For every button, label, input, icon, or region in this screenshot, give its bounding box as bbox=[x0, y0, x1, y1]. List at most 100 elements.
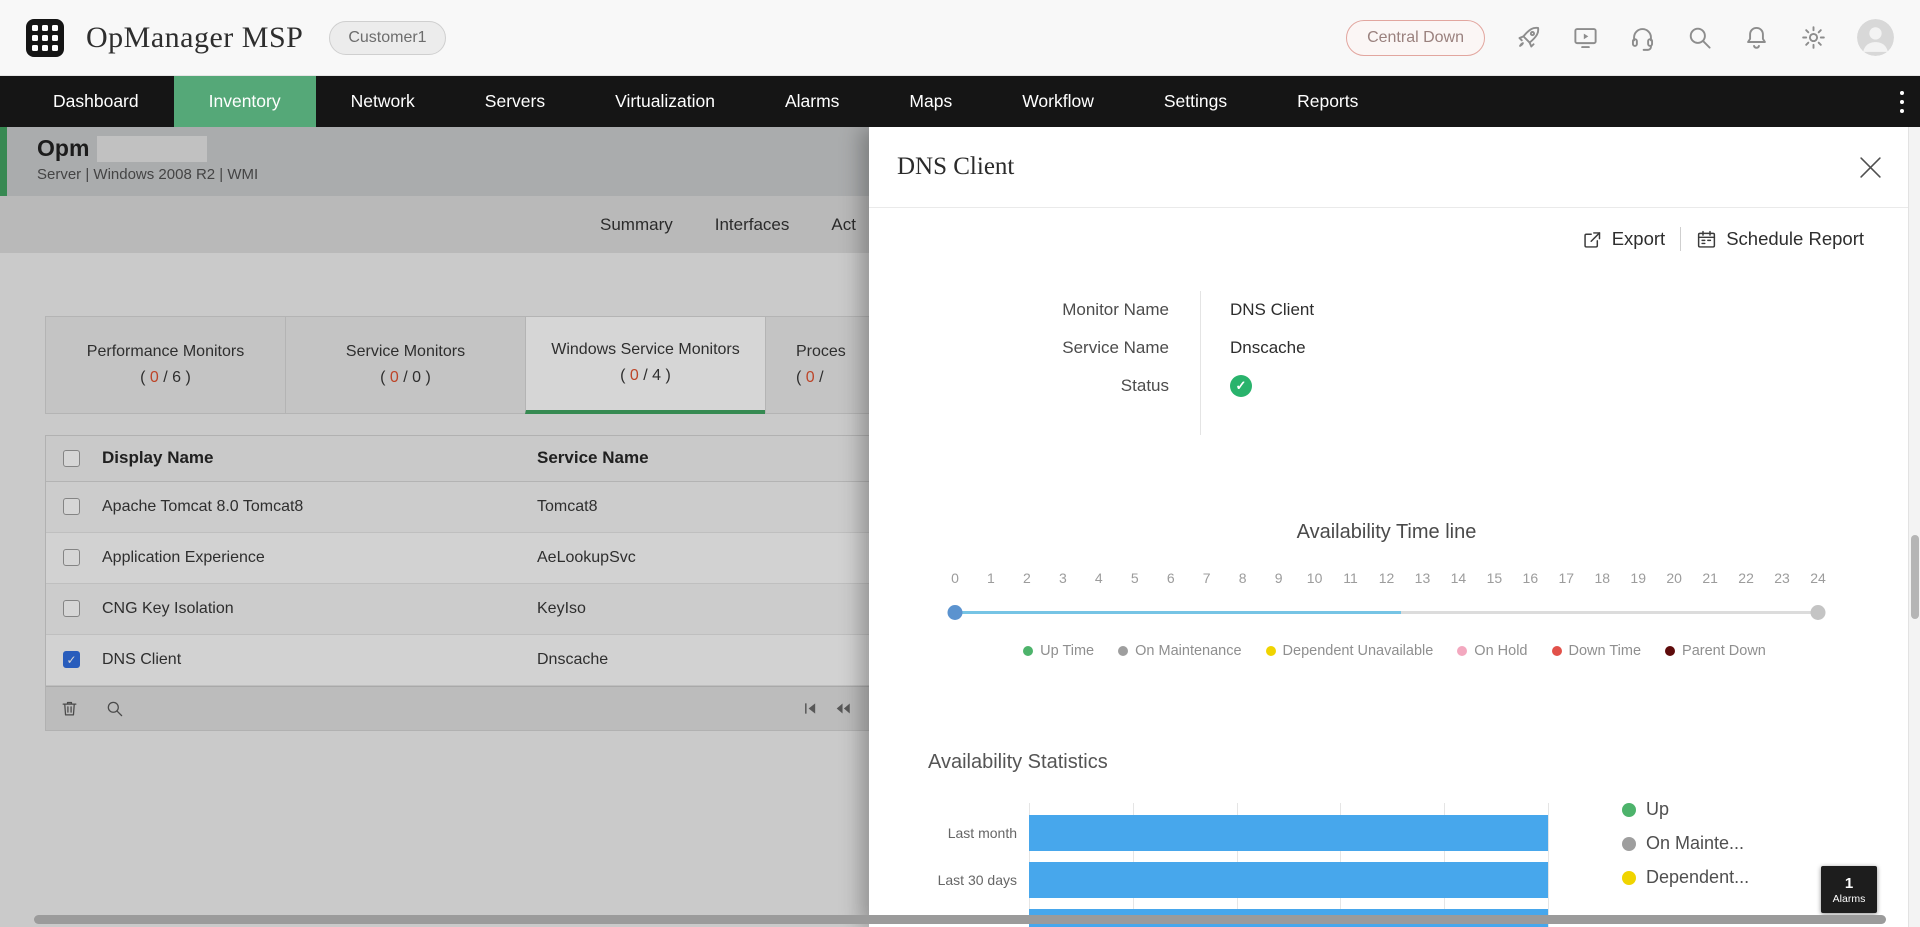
on-mainte-dot bbox=[1622, 836, 1636, 851]
horizontal-scrollbar[interactable] bbox=[34, 915, 1886, 924]
nav-item-network[interactable]: Network bbox=[316, 76, 450, 127]
app-title: OpManager MSP bbox=[86, 20, 304, 54]
vertical-scrollbar[interactable] bbox=[1908, 127, 1920, 927]
chart-row: Last month bbox=[869, 809, 1920, 856]
details-divider bbox=[1200, 291, 1201, 435]
timeline-ticks: 0 1 2 3 4 5 6 7 8 9 10 11 12 13 14 15 16 17 18 19 20 21 22 23 24 bbox=[951, 570, 1826, 588]
chart-legend-label: Up bbox=[1646, 799, 1670, 819]
dependent-dot bbox=[1622, 870, 1636, 885]
legend-label: On Maintenance bbox=[1135, 643, 1242, 659]
timeline-tick: 0 bbox=[951, 570, 959, 586]
close-icon[interactable] bbox=[1859, 156, 1882, 179]
nav-item-inventory[interactable]: Inventory bbox=[173, 76, 316, 127]
chart-legend-item: Dependent... bbox=[1622, 867, 1749, 888]
overflow-menu-icon[interactable] bbox=[1894, 76, 1910, 127]
drawer-actions: Export Schedule Report bbox=[1582, 227, 1864, 251]
legend-item: On Hold bbox=[1457, 643, 1528, 659]
timeline-tick: 23 bbox=[1774, 570, 1790, 586]
legend-label: Down Time bbox=[1568, 643, 1642, 659]
training-videos-icon[interactable] bbox=[1572, 24, 1599, 51]
nav-item-workflow[interactable]: Workflow bbox=[987, 76, 1129, 127]
legend-item: Down Time bbox=[1551, 643, 1642, 659]
vertical-scrollbar-thumb[interactable] bbox=[1911, 535, 1919, 619]
timeline-tick: 4 bbox=[1094, 570, 1103, 586]
nav-item-alarms[interactable]: Alarms bbox=[750, 76, 874, 127]
nav-item-maps[interactable]: Maps bbox=[874, 76, 987, 127]
gridline bbox=[1548, 803, 1549, 927]
timeline-tick: 5 bbox=[1130, 570, 1139, 586]
gear-icon[interactable] bbox=[1800, 24, 1827, 51]
chart-rows: Last month Last 30 days bbox=[869, 809, 1920, 927]
apps-grid-icon[interactable] bbox=[26, 18, 64, 57]
schedule-report-button[interactable]: Schedule Report bbox=[1696, 228, 1864, 250]
export-button[interactable]: Export bbox=[1582, 228, 1665, 250]
chart-legend-item: Up bbox=[1622, 799, 1749, 820]
down-time-dot bbox=[1551, 646, 1562, 656]
parent-down-dot bbox=[1665, 646, 1676, 656]
nav-item-dashboard[interactable]: Dashboard bbox=[18, 76, 174, 127]
timeline-tick: 24 bbox=[1810, 570, 1826, 586]
timeline-tick: 3 bbox=[1058, 570, 1067, 586]
search-icon[interactable] bbox=[1686, 24, 1713, 51]
status-up-icon: ✓ bbox=[1230, 375, 1252, 397]
detail-row: Status ✓ bbox=[897, 367, 1617, 405]
nav-item-settings[interactable]: Settings bbox=[1129, 76, 1262, 127]
legend-label: Parent Down bbox=[1682, 643, 1766, 659]
timeline-tick: 22 bbox=[1738, 570, 1754, 586]
detail-value: DNS Client bbox=[1230, 300, 1315, 319]
nav-item-servers[interactable]: Servers bbox=[450, 76, 580, 127]
nav-item-reports[interactable]: Reports bbox=[1262, 76, 1393, 127]
detail-label: Monitor Name bbox=[1062, 300, 1169, 319]
timeline-handle-end[interactable] bbox=[1810, 605, 1826, 620]
timeline-tick: 1 bbox=[987, 570, 995, 586]
central-status-button[interactable]: Central Down bbox=[1346, 19, 1485, 56]
timeline-tick: 21 bbox=[1702, 570, 1718, 586]
legend-label: Dependent Unavailable bbox=[1282, 643, 1434, 659]
legend-item: Parent Down bbox=[1665, 643, 1766, 659]
detail-value: ✓ bbox=[1200, 375, 1252, 397]
timeline-tick: 12 bbox=[1378, 570, 1395, 586]
timeline-legend: Up Time On Maintenance Dependent Unavailab… bbox=[869, 643, 1920, 659]
drawer-title: DNS Client bbox=[897, 153, 1015, 180]
stats-title: Availability Statistics bbox=[928, 751, 1108, 773]
chart-legend: Up On Mainte... Dependent... bbox=[1622, 799, 1749, 901]
timeline-tick: 19 bbox=[1630, 570, 1646, 586]
chart-category-label: Last 30 days bbox=[937, 871, 1017, 888]
bar-area bbox=[1029, 814, 1548, 851]
nav-items: Dashboard Inventory Network Servers Virtuali… bbox=[18, 76, 1393, 127]
alarms-badge[interactable]: 1 Alarms bbox=[1821, 866, 1877, 913]
availability-bar bbox=[1029, 861, 1548, 898]
updot bbox=[1622, 802, 1636, 817]
actions-divider bbox=[1680, 227, 1682, 251]
detail-value: Dnscache bbox=[1230, 338, 1306, 357]
alarms-label: Alarms bbox=[1832, 892, 1866, 905]
timeline-tick: 16 bbox=[1522, 570, 1539, 586]
nav-item-virtualization[interactable]: Virtualization bbox=[580, 76, 750, 127]
chart-row: Last 30 days bbox=[869, 856, 1920, 903]
on-hold-dot bbox=[1457, 646, 1468, 656]
timeline-tick: 11 bbox=[1343, 570, 1358, 586]
dns-client-drawer: DNS Client Export Schedule Report Monito… bbox=[869, 127, 1920, 927]
rocket-icon[interactable] bbox=[1515, 24, 1542, 51]
detail-row: Monitor Name DNS Client bbox=[897, 291, 1617, 329]
timeline-handle-start[interactable] bbox=[947, 605, 963, 620]
timeline-tick: 10 bbox=[1306, 570, 1323, 586]
timeline-tick: 15 bbox=[1486, 570, 1503, 586]
top-header: OpManager MSP Customer1 Central Down bbox=[0, 0, 1920, 76]
availability-timeline-slider[interactable] bbox=[947, 605, 1826, 620]
timeline-tick: 8 bbox=[1238, 570, 1247, 586]
support-headset-icon[interactable] bbox=[1629, 24, 1656, 51]
up-time-dot bbox=[1023, 646, 1034, 656]
avatar[interactable] bbox=[1857, 19, 1894, 56]
timeline-title: Availability Time line bbox=[1296, 521, 1477, 543]
customer-badge[interactable]: Customer1 bbox=[329, 20, 446, 55]
chart-legend-label: Dependent... bbox=[1646, 867, 1750, 887]
notifications-bell-icon[interactable] bbox=[1743, 24, 1770, 51]
timeline-tick: 6 bbox=[1166, 570, 1175, 586]
legend-label: Up Time bbox=[1040, 643, 1095, 659]
timeline-tick: 7 bbox=[1202, 570, 1211, 586]
detail-row: Service Name Dnscache bbox=[897, 329, 1617, 367]
schedule-report-label: Schedule Report bbox=[1726, 228, 1864, 249]
legend-item: Dependent Unavailable bbox=[1265, 643, 1434, 659]
alarms-count: 1 bbox=[1844, 874, 1854, 892]
